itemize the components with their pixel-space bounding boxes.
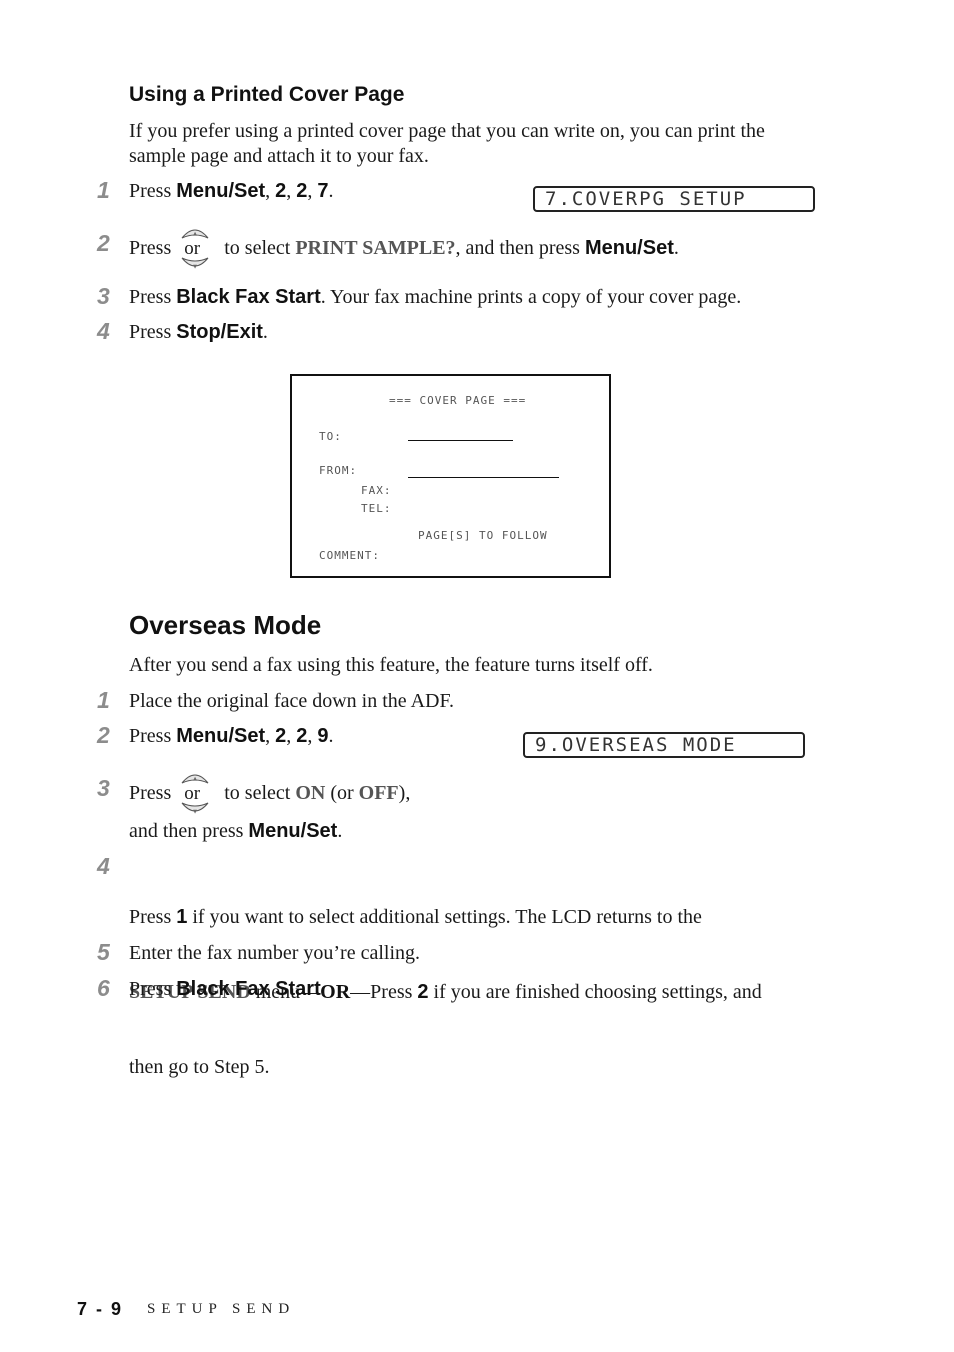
step-number: 4 [97,853,110,879]
step-text: Press Stop/Exit. [129,320,268,345]
up-down-arrow-keys-icon: ▲ ▼ or [179,769,211,817]
step-text-segment: Press [129,978,177,1000]
separator: , [286,725,297,747]
footer-section-title: SETUP SEND [147,1301,296,1317]
step-text-segment: Press [129,236,172,259]
key-digit: 2 [275,725,287,747]
up-down-arrow-keys-icon: ▲ ▼ or [179,224,211,272]
step-text-segment: . [337,820,343,842]
separator: , [286,180,297,202]
step-number: 2 [97,722,110,748]
cover-page-sample: === COVER PAGE === TO: FROM: FAX: TEL: P… [290,374,611,578]
step-text-segment: Press [129,180,177,202]
option-on: ON [295,781,326,804]
step-text: Press Menu/Set, 2, 2, 7. [129,179,334,204]
separator: , [307,725,318,747]
step-text-segment: Press [129,906,177,928]
svg-text:▼: ▼ [193,264,197,270]
step-text-segment: (or [325,781,359,804]
step-text-segment: to select [219,236,296,259]
lcd-display: 9.OVERSEAS MODE [523,732,805,758]
step-text-segment: . [673,236,679,259]
section-intro: After you send a fax using this feature,… [129,654,653,676]
key-digit: 7 [317,180,329,202]
step-text-segment: to select [219,781,296,804]
intro-line: sample page and attach it to your fax. [129,145,429,167]
key-black-fax-start: Black Fax Start [176,978,321,1000]
step-text-segment: . [320,978,326,1000]
key-digit: 2 [296,725,308,747]
separator: , [265,180,276,202]
step-text-segment: Press [129,321,177,343]
step-text-segment: if you want to select additional setting… [187,906,702,928]
step-text: Enter the fax number you’re calling. [129,942,420,964]
option-off: OFF [358,781,399,804]
step-text: Press ▲ ▼ or to select PRINT SAMPLE?, and t… [129,222,679,274]
key-digit: 1 [176,906,188,928]
step-number: 3 [97,283,110,309]
step-text-segment: , and then press [455,236,585,259]
step-text: Press Black Fax Start. [129,977,326,1002]
to-line [408,440,513,441]
step-text-continuation: and then press Menu/Set. [129,819,342,844]
menu-option-print-sample: PRINT SAMPLE? [295,236,456,259]
key-digit: 2 [417,981,429,1003]
step-text-segment: . Your fax machine prints a copy of your… [320,286,742,308]
svg-text:▼: ▼ [193,809,197,815]
key-stop-exit: Stop/Exit [176,321,263,343]
step-number: 2 [97,230,110,256]
step-text: Press Menu/Set, 2, 2, 9. [129,724,334,749]
section-heading-printed-cover-page: Using a Printed Cover Page [129,83,405,106]
section-heading-overseas-mode: Overseas Mode [129,610,322,640]
step-text-segment: . [328,725,334,747]
or-label: or [184,783,201,804]
key-menu-set: Menu/Set [584,236,674,259]
from-line [408,477,559,478]
step-line: Press 1 if you want to select additional… [129,905,762,930]
step-number: 6 [97,975,110,1001]
cover-title: === COVER PAGE === [389,394,527,407]
cover-fax-label: FAX: [361,484,392,497]
cover-to-label: TO: [319,430,342,443]
section-intro: If you prefer using a printed cover page… [129,119,829,169]
step-number: 4 [97,318,110,344]
step-number: 1 [97,177,110,203]
step-text-segment: . [328,180,334,202]
key-digit: 2 [275,180,287,202]
cover-pages-label: PAGE[S] TO FOLLOW [418,529,548,542]
step-text-segment: . [262,321,268,343]
step-text-segment: ), [398,781,411,804]
key-menu-set: Menu/Set [176,725,266,747]
step-text-segment: Press [129,286,177,308]
step-text-segment: if you are finished choosing settings, a… [428,981,762,1003]
separator: , [307,180,318,202]
intro-line: If you prefer using a printed cover page… [129,120,765,142]
step-text: Press Black Fax Start. Your fax machine … [129,285,741,310]
key-black-fax-start: Black Fax Start [176,286,321,308]
cover-tel-label: TEL: [361,502,392,515]
lcd-display: 7.COVERPG SETUP [533,186,815,212]
step-text-segment: Press [129,781,172,804]
step-text-segment: and then press [129,820,249,842]
key-menu-set: Menu/Set [248,820,338,842]
or-label: or [184,238,201,259]
key-menu-set: Menu/Set [176,180,266,202]
key-digit: 9 [317,725,329,747]
step-number: 1 [97,687,110,713]
step-text-segment: —Press [350,981,418,1003]
key-digit: 2 [296,180,308,202]
separator: , [265,725,276,747]
page-number: 7 - 9 [77,1299,124,1319]
step-text: Press ▲ ▼ or to select ON (or OFF), [129,767,410,819]
step-text: Place the original face down in the ADF. [129,690,454,712]
step-text-segment: Press [129,725,177,747]
cover-comment-label: COMMENT: [319,549,380,562]
cover-from-label: FROM: [319,464,358,477]
step-line: then go to Step 5. [129,1056,270,1078]
step-number: 3 [97,775,110,801]
step-number: 5 [97,939,110,965]
